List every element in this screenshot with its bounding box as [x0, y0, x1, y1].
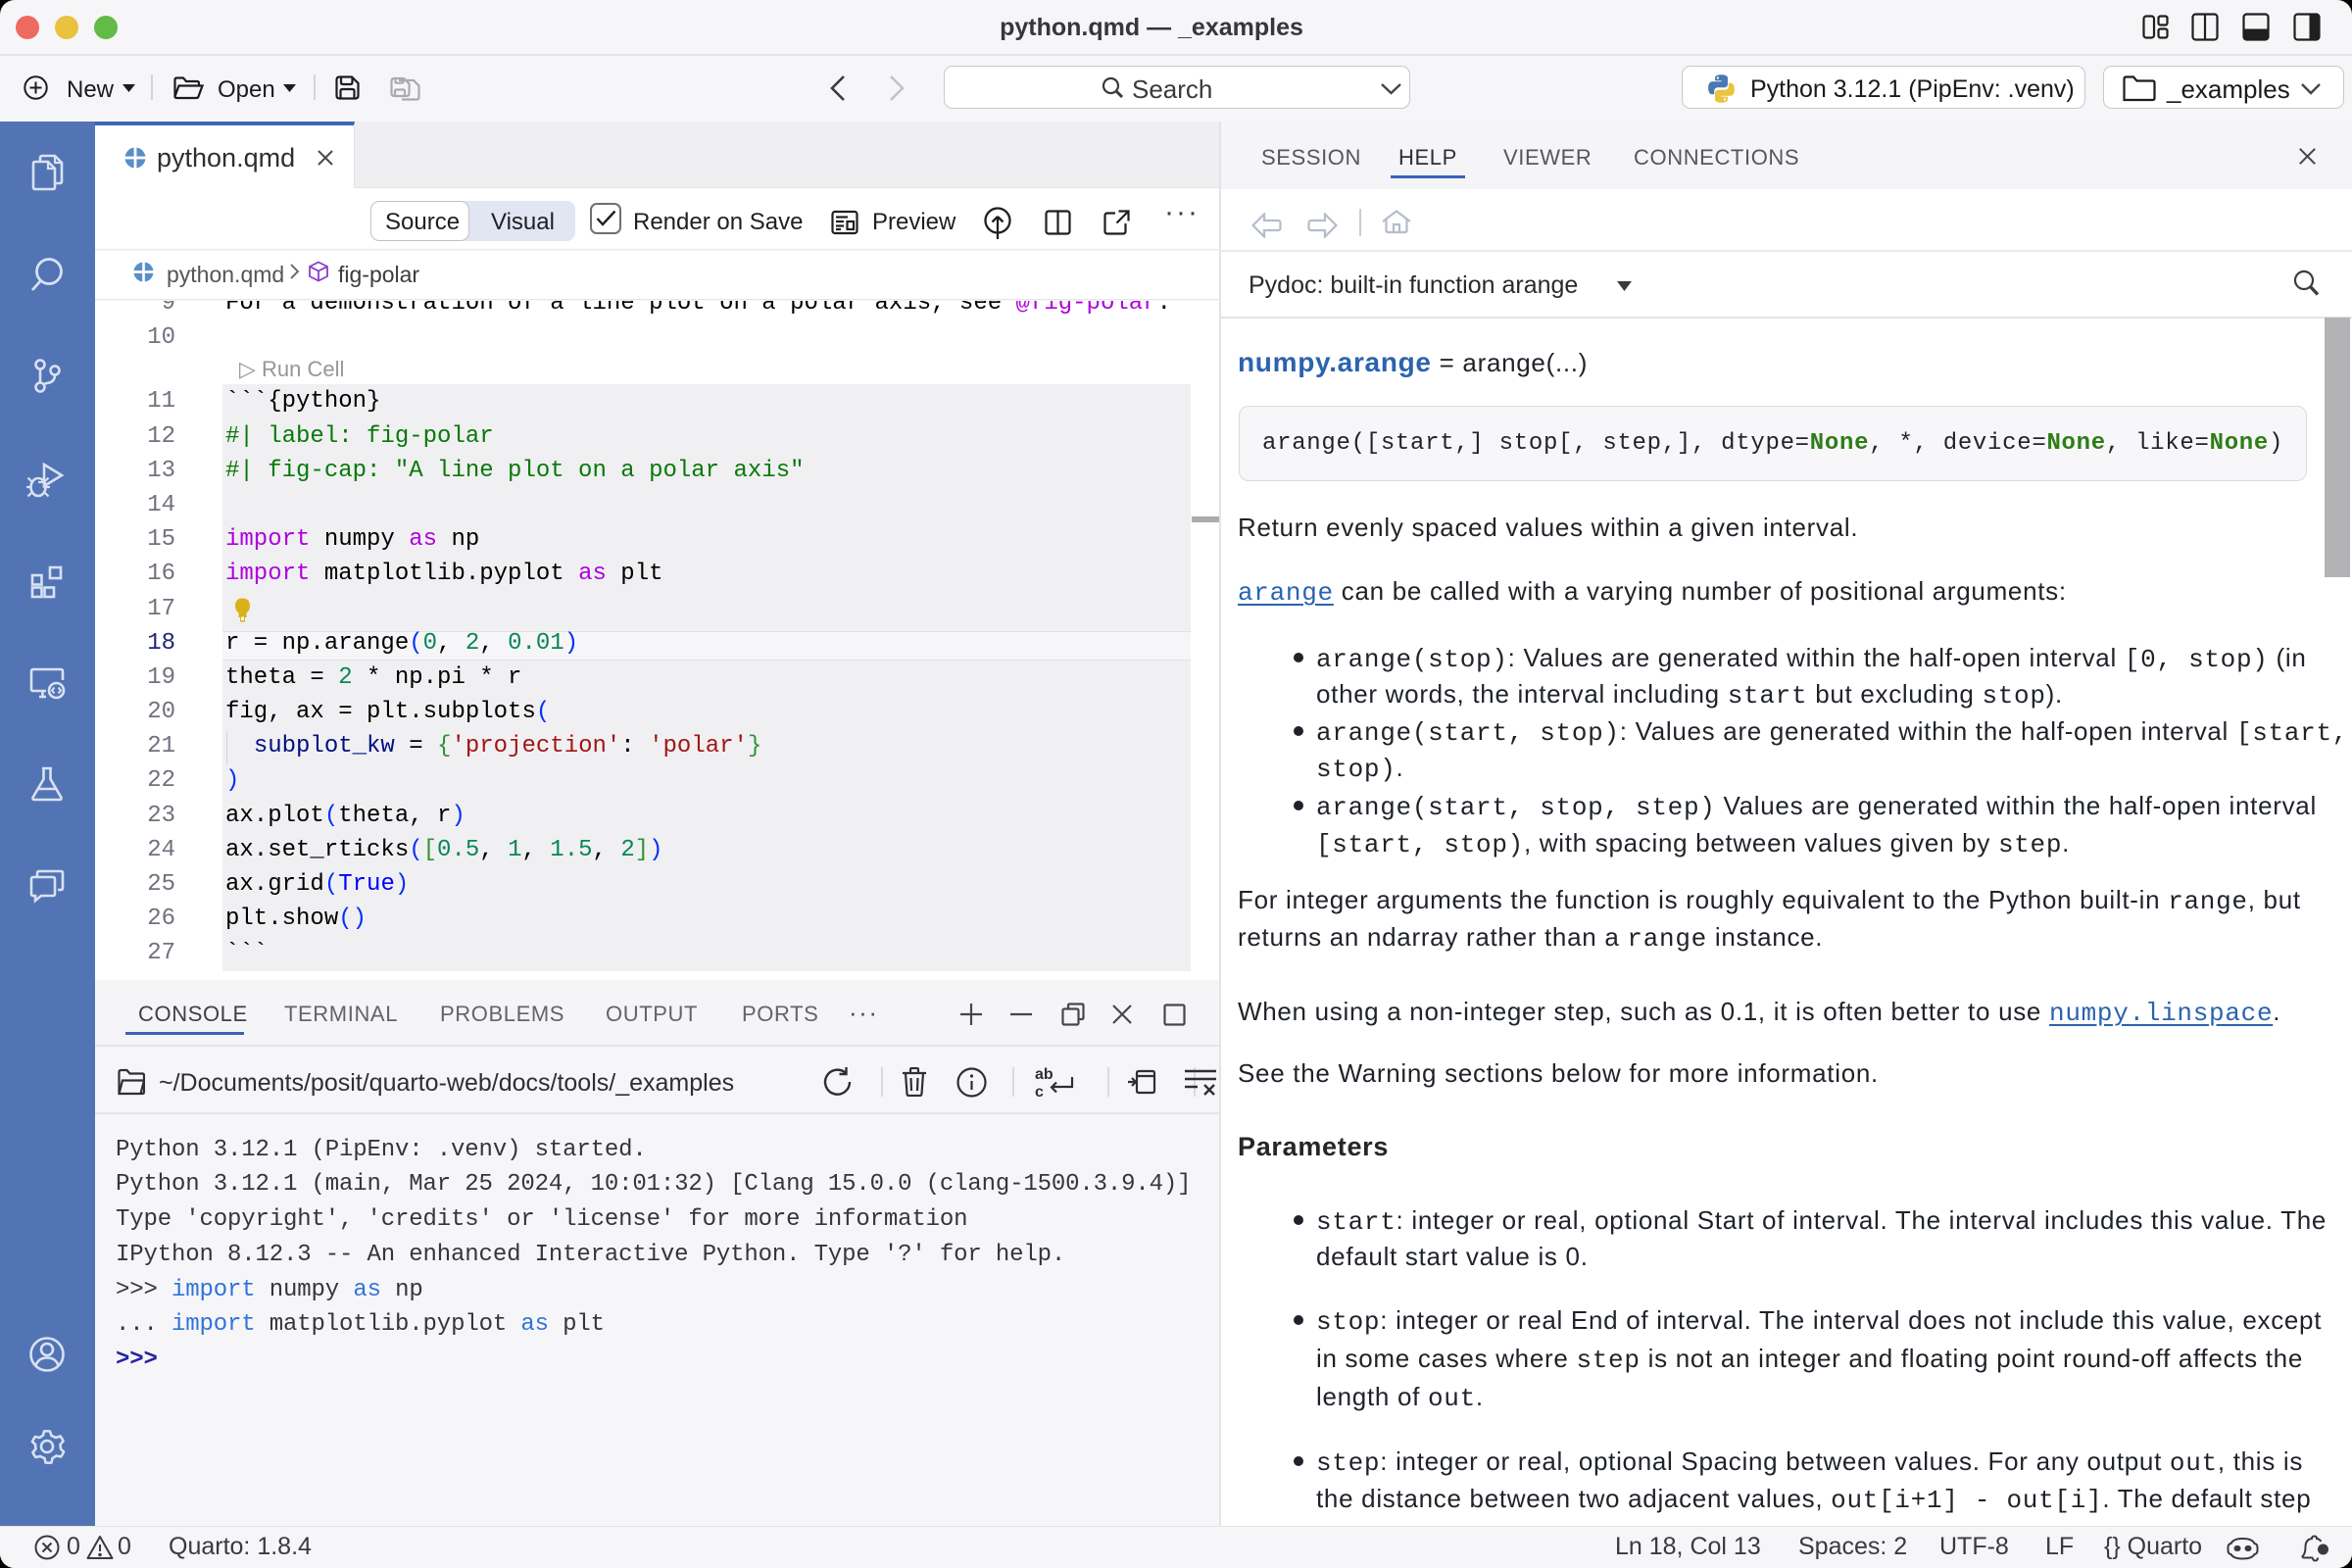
- svg-text:c: c: [1035, 1084, 1044, 1099]
- svg-text:ab: ab: [1035, 1066, 1054, 1083]
